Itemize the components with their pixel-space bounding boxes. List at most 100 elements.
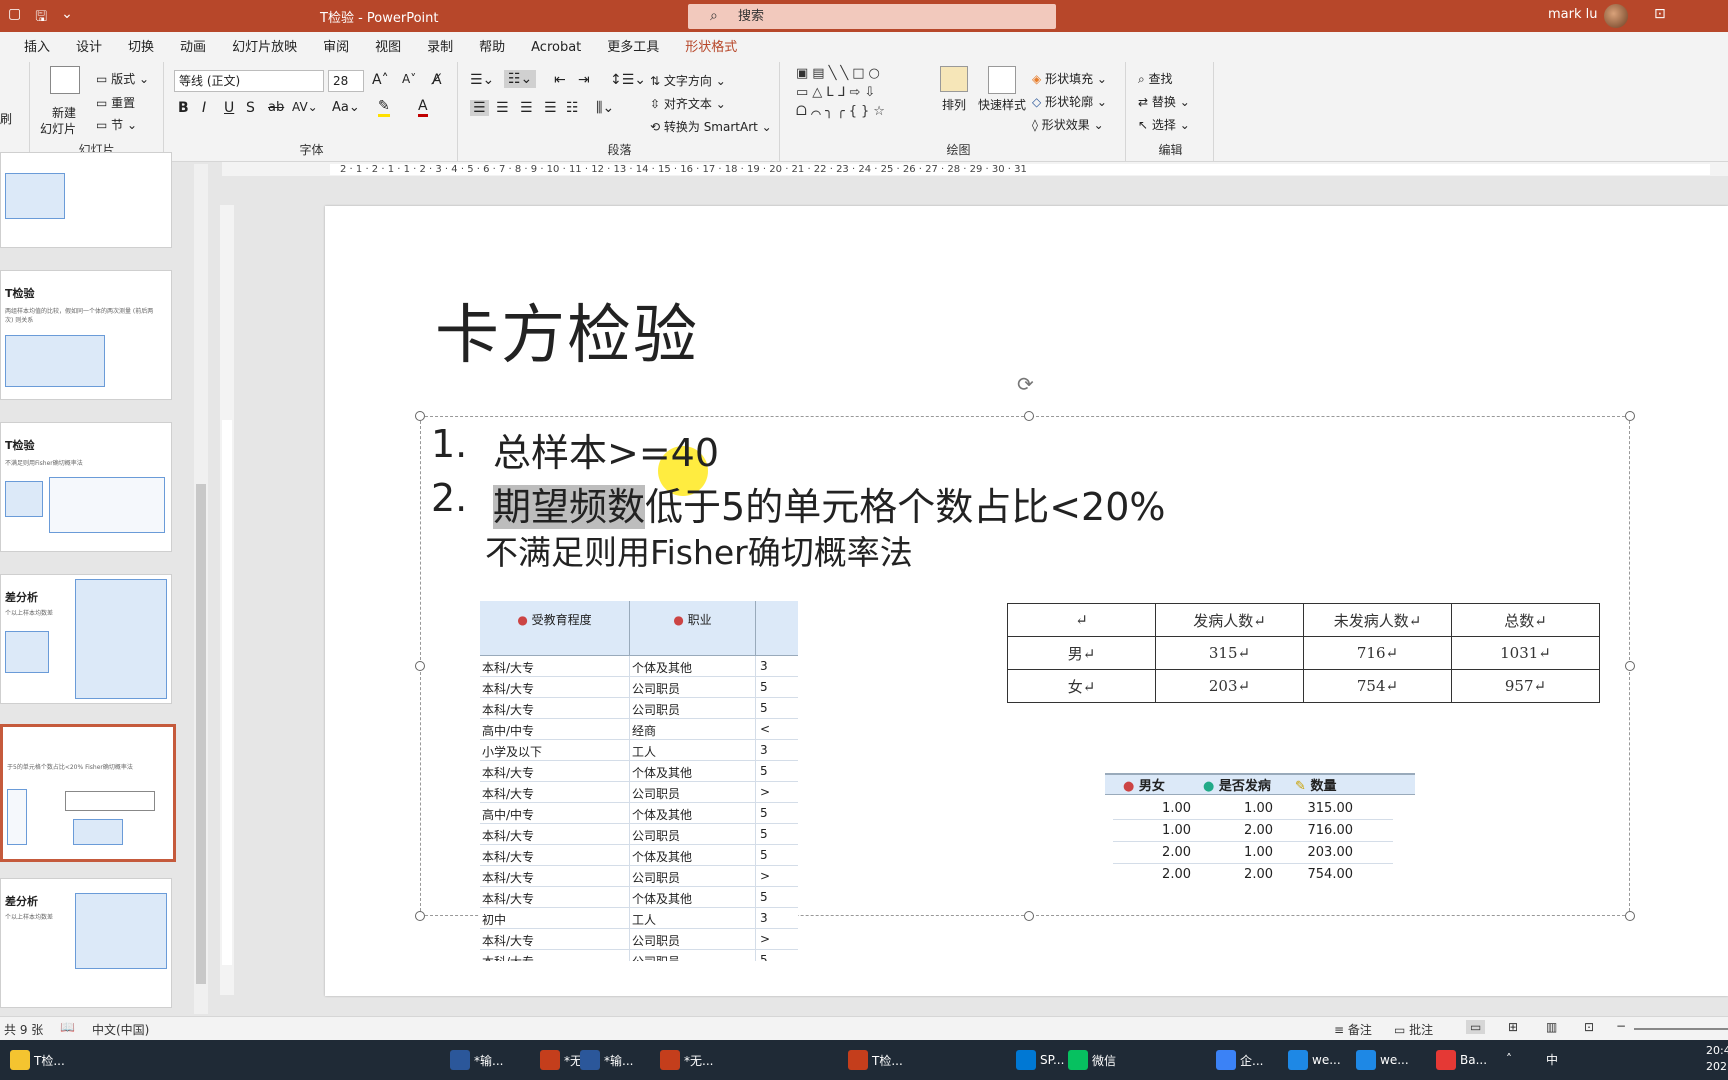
font-name-select[interactable]: 等线 (正文): [174, 70, 324, 92]
align-right-icon[interactable]: ☰: [520, 100, 533, 116]
replace-button[interactable]: ⇄ 替换 ⌄: [1138, 93, 1190, 110]
horizontal-ruler[interactable]: 2 · 1 · 2 · 1 · 1 · 2 · 3 · 4 · 5 · 6 · …: [222, 162, 1728, 176]
new-slide-label[interactable]: 新建: [52, 104, 76, 121]
shape-effects-button[interactable]: ◊ 形状效果 ⌄: [1032, 116, 1104, 133]
resize-handle[interactable]: [1024, 411, 1034, 421]
quick-styles-label[interactable]: 快速样式: [978, 96, 1026, 113]
resize-handle[interactable]: [415, 911, 425, 921]
user-name[interactable]: mark lu: [1548, 7, 1598, 22]
font-color-icon[interactable]: A: [418, 98, 428, 117]
tab-help[interactable]: 帮助: [466, 32, 518, 62]
vertical-ruler[interactable]: [220, 205, 234, 995]
tab-record[interactable]: 录制: [414, 32, 466, 62]
bold-icon[interactable]: B: [178, 100, 189, 116]
save-icon[interactable]: 🖫: [35, 6, 47, 30]
sub-text[interactable]: 不满足则用Fisher确切概率法: [485, 526, 913, 574]
comments-button[interactable]: ▭ 批注: [1394, 1021, 1433, 1038]
justify-icon[interactable]: ☰: [544, 100, 557, 116]
normal-view-icon[interactable]: ▭: [1466, 1020, 1486, 1034]
increase-indent-icon[interactable]: ⇥: [578, 72, 590, 88]
resize-handle[interactable]: [1024, 911, 1034, 921]
font-size-select[interactable]: 28: [328, 70, 364, 92]
list-item-1[interactable]: 总样本>=40: [493, 422, 719, 477]
spss-weighted-data-screenshot[interactable]: ● 男女 ● 是否发病 ✎ 数量 1.00 1.00 315.00 1.00 2.00 7…: [1105, 761, 1415, 881]
thumbnail-slide[interactable]: [0, 152, 172, 248]
select-button[interactable]: ↖ 选择 ⌄: [1138, 116, 1190, 133]
slide-title[interactable]: 卡方检验: [435, 284, 699, 376]
taskbar-app[interactable]: *输...: [450, 1048, 503, 1072]
reading-view-icon[interactable]: ▥: [1546, 1020, 1557, 1034]
resize-handle[interactable]: [415, 661, 425, 671]
shape-fill-button[interactable]: ◈ 形状填充 ⌄: [1032, 70, 1107, 87]
char-spacing-icon[interactable]: AV⌄: [292, 100, 318, 114]
slideshow-icon[interactable]: ⊡: [1584, 1020, 1594, 1034]
thumbnail-slide[interactable]: T检验 不满足则用Fisher确切概率法: [0, 422, 172, 552]
contingency-table[interactable]: ↵ 发病人数↵ 未发病人数↵ 总数↵ 男↵ 315↵ 716↵ 1031↵ 女↵…: [1007, 603, 1600, 703]
italic-icon[interactable]: I: [202, 100, 206, 116]
slide-canvas[interactable]: 卡方检验 ⟳ 1. 总样本>=40 2. 期望频数低于5的单元格个数占比<20%…: [325, 206, 1728, 996]
taskbar-app[interactable]: *输...: [580, 1048, 633, 1072]
taskbar-app[interactable]: we...: [1288, 1048, 1341, 1072]
thumbnails-scrollbar[interactable]: [194, 164, 208, 1014]
format-painter-label[interactable]: 刷: [0, 110, 12, 127]
zoom-out-icon[interactable]: −: [1616, 1019, 1626, 1033]
taskbar-app[interactable]: 企...: [1216, 1048, 1263, 1072]
new-slide-icon[interactable]: [50, 66, 80, 94]
notes-button[interactable]: ≡ 备注: [1334, 1021, 1372, 1038]
accessibility-icon[interactable]: 📖: [60, 1020, 75, 1034]
align-text-button[interactable]: ⇳ 对齐文本 ⌄: [650, 95, 726, 112]
shrink-font-icon[interactable]: A˅: [402, 72, 416, 86]
customize-qat-icon[interactable]: ⌄: [61, 6, 73, 30]
text-direction-button[interactable]: ⇅ 文字方向 ⌄: [650, 72, 726, 89]
autosave-icon[interactable]: ▢: [8, 6, 21, 30]
convert-smartart-button[interactable]: ⟲ 转换为 SmartArt ⌄: [650, 118, 772, 135]
strikethrough-icon[interactable]: ab: [268, 100, 284, 115]
tab-more-tools[interactable]: 更多工具: [594, 32, 672, 62]
slide-sorter-icon[interactable]: ⊞: [1508, 1020, 1518, 1034]
align-center-icon[interactable]: ☰: [496, 100, 509, 116]
avatar[interactable]: [1604, 4, 1628, 28]
grow-font-icon[interactable]: A˄: [372, 72, 389, 88]
shape-outline-button[interactable]: ◇ 形状轮廓 ⌄: [1032, 93, 1107, 110]
thumbnail-slide[interactable]: 差分析 个以上样本均数差: [0, 574, 172, 704]
bullets-icon[interactable]: ☰⌄: [470, 72, 494, 88]
tab-review[interactable]: 审阅: [310, 32, 362, 62]
taskbar-app[interactable]: we...: [1356, 1048, 1409, 1072]
decrease-indent-icon[interactable]: ⇤: [554, 72, 566, 88]
tray-chevron-icon[interactable]: ˄: [1506, 1052, 1512, 1066]
thumbnail-slide[interactable]: T检验 两组样本均值的比较，假如同一个体的两次测量 (前后两次) 则关系: [0, 270, 172, 400]
find-button[interactable]: ⌕ 查找: [1138, 70, 1173, 87]
line-spacing-icon[interactable]: ↕☰⌄: [610, 72, 646, 88]
clear-format-icon[interactable]: A̸: [432, 72, 442, 88]
taskbar-app[interactable]: Ba...: [1436, 1048, 1487, 1072]
change-case-icon[interactable]: Aa⌄: [332, 100, 360, 115]
align-left-icon[interactable]: ☰: [470, 100, 489, 116]
rotate-handle-icon[interactable]: ⟳: [1017, 372, 1034, 396]
resize-handle[interactable]: [1625, 911, 1635, 921]
columns-icon[interactable]: ⫼⌄: [596, 100, 614, 116]
thumbnail-slide[interactable]: 差分析 个以上样本均数差: [0, 878, 172, 1008]
taskbar-app[interactable]: T检...: [10, 1048, 65, 1072]
tab-design[interactable]: 设计: [63, 32, 115, 62]
resize-handle[interactable]: [1625, 661, 1635, 671]
tab-animations[interactable]: 动画: [167, 32, 219, 62]
selected-text[interactable]: 期望频数: [493, 485, 646, 529]
list-item-2[interactable]: 期望频数低于5的单元格个数占比<20%: [493, 476, 1166, 531]
arrange-label[interactable]: 排列: [942, 96, 966, 113]
highlight-icon[interactable]: ✎: [378, 98, 390, 117]
underline-icon[interactable]: U: [224, 100, 234, 116]
search-box[interactable]: ⌕ 搜索: [688, 4, 1056, 29]
tab-insert[interactable]: 插入: [0, 32, 63, 62]
resize-handle[interactable]: [415, 411, 425, 421]
ribbon-display-icon[interactable]: ⊡: [1654, 6, 1666, 22]
numbering-icon[interactable]: ☷⌄: [504, 70, 537, 88]
shapes-gallery[interactable]: ▣▤╲╲□○ ▭△ᒪᒧ⇨⇩ ᗝ⌒╮╭{}☆: [796, 64, 926, 124]
thumbnail-slide-current[interactable]: 于5的单元格个数占比<20% Fisher确切概率法: [0, 724, 176, 862]
ime-indicator[interactable]: 中: [1546, 1051, 1558, 1068]
taskbar-app[interactable]: SP...: [1016, 1048, 1064, 1072]
language-indicator[interactable]: 中文(中国): [92, 1021, 149, 1038]
clock-date[interactable]: 202: [1706, 1060, 1727, 1073]
layout-button[interactable]: ▭ 版式 ⌄: [96, 70, 149, 87]
clock-time[interactable]: 20:4: [1706, 1044, 1728, 1057]
resize-handle[interactable]: [1625, 411, 1635, 421]
